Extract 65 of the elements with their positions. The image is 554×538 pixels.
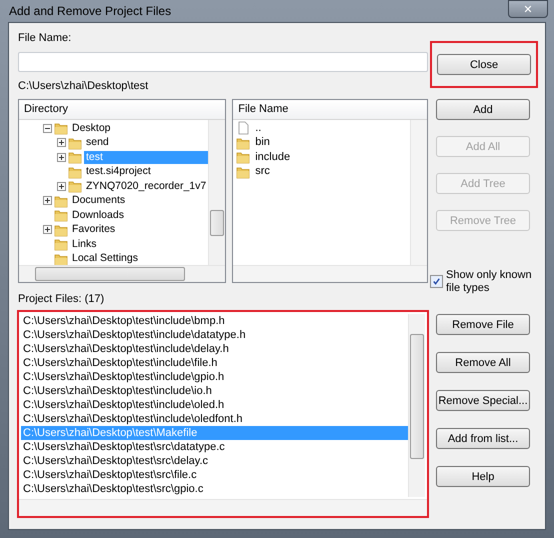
project-file-item[interactable]: C:\Users\zhai\Desktop\test\include\io.h (21, 384, 408, 398)
folder-icon (236, 136, 250, 150)
horizontal-scrollbar[interactable] (19, 265, 226, 282)
folder-icon (68, 150, 82, 164)
vertical-scrollbar[interactable] (410, 120, 427, 265)
checkmark-icon (432, 277, 441, 286)
action-button[interactable]: Help (436, 466, 530, 487)
action-button[interactable]: Remove File (436, 314, 530, 335)
project-file-item[interactable]: C:\Users\zhai\Desktop\test\src\file.c (21, 468, 408, 482)
project-files-label: Project Files: (17) (18, 292, 106, 306)
file-item[interactable]: src (253, 165, 272, 178)
checkbox[interactable] (430, 275, 443, 288)
project-file-item[interactable]: C:\Users\zhai\Desktop\test\src\delay.c (21, 454, 408, 468)
folder-icon (68, 179, 82, 194)
expand-icon[interactable] (57, 138, 66, 148)
file-name-field[interactable] (18, 52, 428, 72)
project-file-item[interactable]: C:\Users\zhai\Desktop\test\include\delay.h (21, 342, 408, 356)
folder-icon (236, 150, 250, 164)
window-title: Add and Remove Project Files (8, 4, 172, 18)
tree-item[interactable]: test.si4project (84, 165, 153, 178)
project-file-item[interactable]: C:\Users\zhai\Desktop\test\include\file.h (21, 356, 408, 370)
tree-item[interactable]: Documents (70, 194, 128, 208)
checkbox-label[interactable]: Show only known file types (446, 269, 538, 295)
expand-icon[interactable] (57, 152, 66, 162)
close-dialog-button[interactable]: Close (437, 54, 531, 75)
tree-item[interactable]: Favorites (70, 223, 118, 236)
project-file-item[interactable]: C:\Users\zhai\Desktop\test\include\gpio.h (21, 370, 408, 384)
action-button[interactable]: Add from list... (436, 428, 530, 449)
tree-item[interactable]: Links (70, 238, 99, 251)
folder-icon (68, 136, 82, 150)
tree-item[interactable]: send (84, 136, 111, 150)
folder-icon (54, 222, 68, 237)
horizontal-scrollbar[interactable] (19, 499, 427, 516)
folder-icon (54, 237, 68, 252)
project-file-item[interactable]: C:\Users\zhai\Desktop\test\include\oledfont.h (21, 412, 408, 426)
folder-icon (54, 208, 68, 222)
tree-item[interactable]: Local Settings (70, 252, 140, 265)
folder-icon (68, 164, 82, 179)
action-button[interactable]: Add (436, 99, 530, 120)
folder-icon (54, 252, 68, 265)
tree-item[interactable]: ZYNQ7020_recorder_1v7 (84, 180, 208, 193)
expand-icon[interactable] (43, 225, 52, 234)
project-file-item[interactable]: C:\Users\zhai\Desktop\test\src\datatype.c (21, 440, 408, 454)
expand-icon[interactable] (57, 182, 66, 191)
vertical-scrollbar[interactable] (208, 120, 226, 265)
folder-icon (54, 194, 68, 208)
vertical-scrollbar[interactable] (408, 314, 425, 497)
expand-icon[interactable] (43, 196, 52, 206)
action-button[interactable]: Remove Special... (436, 390, 530, 411)
horizontal-scrollbar[interactable] (233, 265, 427, 282)
tree-item[interactable]: Downloads (70, 208, 126, 222)
collapse-icon[interactable] (43, 124, 52, 133)
file-name-label: File Name: (18, 31, 72, 45)
project-file-item[interactable]: C:\Users\zhai\Desktop\test\include\datatype.h (21, 328, 408, 342)
tree-item[interactable]: Desktop (70, 122, 113, 135)
action-button[interactable]: Remove All (436, 352, 530, 373)
project-file-item[interactable]: C:\Users\zhai\Desktop\test\include\oled.h (21, 398, 408, 412)
project-file-item[interactable]: C:\Users\zhai\Desktop\test\include\bmp.h (21, 314, 408, 328)
file-item[interactable]: .. (253, 122, 264, 135)
folder-icon (236, 164, 250, 179)
folder-icon (54, 121, 68, 136)
file-item[interactable]: include (253, 150, 292, 164)
project-file-item[interactable]: C:\Users\zhai\Desktop\test\src\gpio.c (21, 482, 408, 496)
file-item[interactable]: bin (253, 136, 272, 150)
current-path: C:\Users\zhai\Desktop\test (18, 79, 150, 93)
